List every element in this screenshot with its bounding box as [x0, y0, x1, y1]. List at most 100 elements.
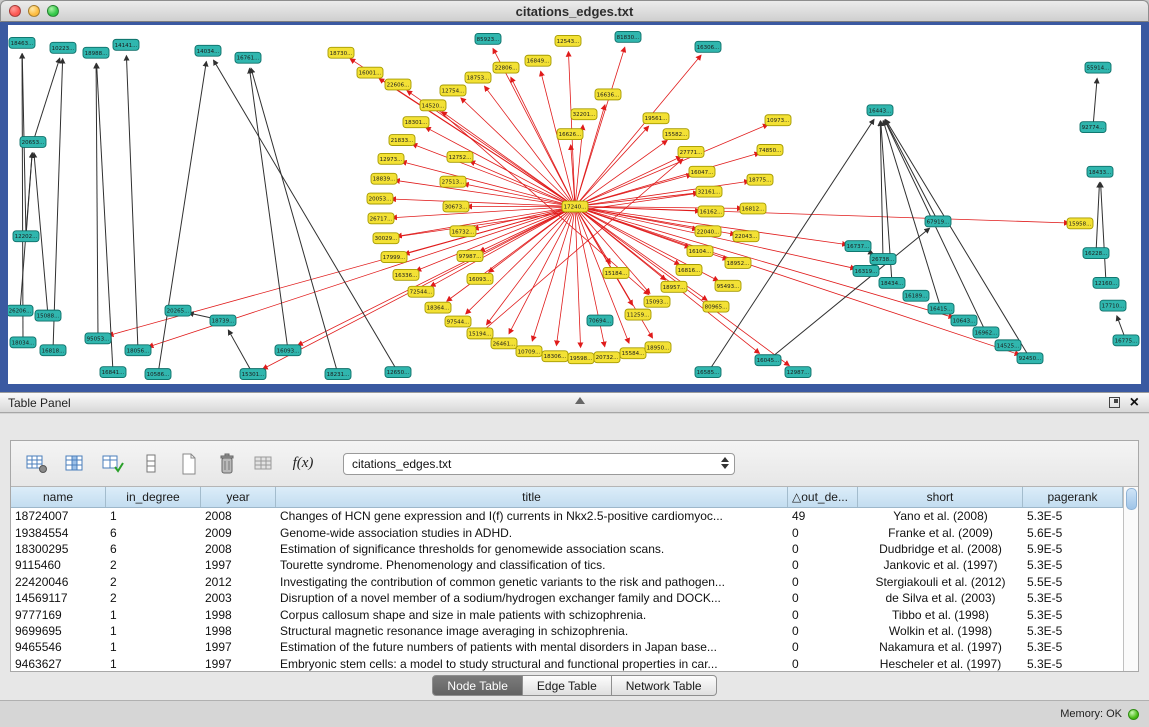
- graph-node[interactable]: 18306...: [542, 351, 568, 362]
- graph-node[interactable]: 12543...: [555, 35, 581, 46]
- graph-node[interactable]: 67919...: [925, 216, 951, 227]
- graph-node[interactable]: 95053...: [85, 333, 111, 344]
- graph-node[interactable]: 81830...: [615, 31, 641, 42]
- table-scrollbar-thumb[interactable]: [1126, 488, 1137, 510]
- graph-node[interactable]: 18364...: [425, 302, 451, 313]
- graph-edge[interactable]: [298, 206, 575, 345]
- table-row[interactable]: 969969511998Structural magnetic resonanc…: [11, 623, 1123, 639]
- graph-node[interactable]: 17240...: [562, 201, 588, 212]
- graph-edge[interactable]: [251, 68, 338, 374]
- graph-node[interactable]: 30673...: [443, 201, 469, 212]
- column-header-title[interactable]: title: [276, 487, 788, 507]
- graph-edge[interactable]: [249, 69, 288, 351]
- graph-node[interactable]: 92450...: [1017, 353, 1043, 364]
- graph-node[interactable]: 32201...: [571, 109, 597, 120]
- column-header-short[interactable]: short: [858, 487, 1023, 507]
- column-header-in_degree[interactable]: in_degree: [106, 487, 201, 507]
- delete-table-icon[interactable]: [215, 453, 239, 475]
- graph-node[interactable]: 32161...: [696, 186, 722, 197]
- graph-node[interactable]: 16306...: [695, 41, 721, 52]
- tab-node-table[interactable]: Node Table: [432, 675, 523, 696]
- graph-node[interactable]: 16962...: [973, 327, 999, 338]
- graph-edge[interactable]: [402, 162, 575, 207]
- graph-edge[interactable]: [96, 64, 98, 339]
- graph-node[interactable]: 26738...: [870, 254, 896, 265]
- graph-edge[interactable]: [575, 193, 698, 207]
- graph-node[interactable]: 22806...: [493, 62, 519, 73]
- graph-node[interactable]: 10643...: [951, 315, 977, 326]
- window-titlebar[interactable]: citations_edges.txt: [0, 0, 1149, 22]
- table-row[interactable]: 2242004622012Investigating the contribut…: [11, 574, 1123, 590]
- graph-node[interactable]: 18775...: [747, 174, 773, 185]
- graph-node[interactable]: 16737...: [845, 241, 871, 252]
- graph-node[interactable]: 18957...: [661, 281, 687, 292]
- graph-node[interactable]: 19561...: [643, 113, 669, 124]
- table-row[interactable]: 1830029562008Estimation of significance …: [11, 541, 1123, 557]
- graph-node[interactable]: 18839...: [371, 173, 397, 184]
- table-row[interactable]: 946362711997Embryonic stem cells: a mode…: [11, 656, 1123, 671]
- graph-edge[interactable]: [575, 153, 759, 206]
- graph-node[interactable]: 80965...: [703, 301, 729, 312]
- graph-node[interactable]: 18231...: [325, 369, 351, 380]
- graph-node[interactable]: 16812...: [740, 203, 766, 214]
- import-table-icon[interactable]: [253, 453, 277, 475]
- select-columns-icon[interactable]: [63, 453, 87, 475]
- graph-node[interactable]: 18433...: [1087, 166, 1113, 177]
- graph-edge[interactable]: [1101, 183, 1106, 283]
- graph-node[interactable]: 18034...: [10, 337, 36, 348]
- graph-node[interactable]: 30029...: [373, 233, 399, 244]
- graph-node[interactable]: 26206...: [8, 305, 33, 316]
- graph-edge[interactable]: [575, 206, 953, 317]
- graph-node[interactable]: 15301...: [240, 369, 266, 380]
- graph-node[interactable]: 10709...: [516, 346, 542, 357]
- column-header-year[interactable]: year: [201, 487, 276, 507]
- table-row[interactable]: 977716911998Corpus callosum shape and si…: [11, 606, 1123, 622]
- graph-edge[interactable]: [1096, 183, 1099, 253]
- table-row[interactable]: 1938455462009Genome-wide association stu…: [11, 524, 1123, 540]
- graph-node[interactable]: 16336...: [393, 269, 419, 280]
- graph-node[interactable]: 18730...: [328, 47, 354, 58]
- graph-node[interactable]: 12754...: [440, 85, 466, 96]
- graph-node[interactable]: 18988...: [83, 47, 109, 58]
- graph-node[interactable]: 16585...: [695, 367, 721, 378]
- graph-edge[interactable]: [53, 59, 63, 351]
- graph-node[interactable]: 16093...: [275, 345, 301, 356]
- graph-node[interactable]: 70694...: [587, 315, 613, 326]
- graph-node[interactable]: 16162...: [698, 206, 724, 217]
- column-header-pagerank[interactable]: pagerank: [1023, 487, 1123, 507]
- table-row[interactable]: 946554611997Estimation of the future num…: [11, 639, 1123, 655]
- graph-node[interactable]: 12650...: [385, 367, 411, 378]
- graph-node[interactable]: 97987...: [457, 251, 483, 262]
- tab-edge-table[interactable]: Edge Table: [523, 675, 612, 696]
- table-row[interactable]: 1456911722003Disruption of a novel membe…: [11, 590, 1123, 606]
- graph-node[interactable]: 55914...: [1085, 62, 1111, 73]
- graph-node[interactable]: 20265...: [165, 305, 191, 316]
- graph-edge[interactable]: [97, 64, 113, 372]
- graph-node[interactable]: 16816...: [676, 264, 702, 275]
- graph-edge[interactable]: [461, 98, 575, 206]
- graph-node[interactable]: 12160...: [1093, 277, 1119, 288]
- graph-node[interactable]: 10973...: [765, 115, 791, 126]
- graph-node[interactable]: 16841...: [100, 367, 126, 378]
- graph-node[interactable]: 16047...: [689, 166, 715, 177]
- graph-edge[interactable]: [33, 58, 60, 142]
- graph-node[interactable]: 16045...: [755, 355, 781, 366]
- graph-node[interactable]: 16443...: [867, 105, 893, 116]
- tab-network-table[interactable]: Network Table: [612, 675, 717, 696]
- table-row[interactable]: 1872400712008Changes of HCN gene express…: [11, 508, 1123, 524]
- table-settings-icon[interactable]: [25, 453, 49, 475]
- graph-edge[interactable]: [158, 62, 206, 375]
- graph-node[interactable]: 18434...: [879, 277, 905, 288]
- graph-node[interactable]: 21833...: [389, 135, 415, 146]
- graph-edge[interactable]: [228, 330, 253, 374]
- column-header-name[interactable]: name: [11, 487, 106, 507]
- graph-node[interactable]: 12973...: [378, 153, 404, 164]
- graph-node[interactable]: 16818...: [40, 345, 66, 356]
- graph-node[interactable]: 15184...: [603, 267, 629, 278]
- graph-node[interactable]: 95493...: [715, 280, 741, 291]
- graph-node[interactable]: 26461...: [491, 338, 517, 349]
- graph-edge[interactable]: [885, 120, 938, 221]
- graph-node[interactable]: 18950...: [645, 342, 671, 353]
- graph-node[interactable]: 20653...: [20, 137, 46, 148]
- graph-node[interactable]: 18463...: [9, 37, 35, 48]
